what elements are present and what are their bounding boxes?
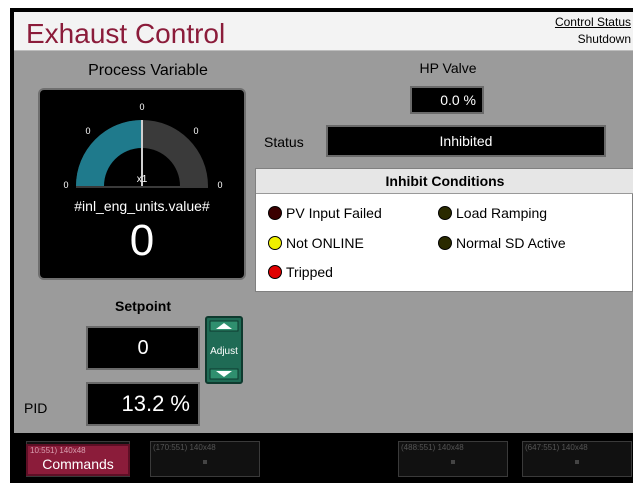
process-variable-title: Process Variable (88, 62, 208, 79)
status-value: Inhibited (326, 125, 606, 157)
adjust-label: Adjust (210, 346, 238, 357)
pid-label: PID (24, 400, 48, 416)
gauge-tick-upper-right: 0 (193, 126, 198, 136)
hp-valve-title: HP Valve (419, 60, 477, 76)
hp-valve-value: 0.0 % (410, 86, 484, 114)
commands-label: Commands (42, 456, 114, 472)
setpoint-value[interactable]: 0 (86, 326, 200, 370)
status-label: Status (264, 134, 304, 150)
engineering-units: #inl_eng_units.value# (74, 198, 210, 214)
condition-label: Normal SD Active (456, 235, 566, 251)
window-title: Exhaust Control (26, 18, 226, 49)
control-status-link[interactable]: Control Status (555, 15, 631, 29)
slot-coord-4: (647:551) 140x48 (525, 443, 588, 452)
condition-load-ramping: Load Ramping (438, 205, 547, 221)
process-variable-gauge: 0 0 0 0 0 x1 #inl_eng_units.value# 0 (38, 88, 246, 280)
slot-coord-1: 10:551) 140x48 (30, 446, 86, 455)
gauge-tick-left: 0 (63, 180, 68, 190)
status-led-icon (438, 206, 452, 220)
title-bar: Exhaust Control Control Status Shutdown (14, 12, 633, 51)
slot-4[interactable]: (647:551) 140x48 (522, 441, 632, 477)
slot-dot-icon (451, 460, 455, 464)
slot-2[interactable]: (170:551) 140x48 (150, 441, 260, 477)
status-led-icon (268, 206, 282, 220)
status-led-icon (268, 236, 282, 250)
slot-dot-icon (203, 460, 207, 464)
status-led-icon (438, 236, 452, 250)
condition-label: Load Ramping (456, 205, 548, 221)
condition-label: PV Input Failed (286, 205, 382, 221)
status-led-icon (268, 265, 282, 279)
commands-button[interactable]: 10:551) 140x48 Commands (26, 444, 130, 476)
condition-tripped: Tripped (268, 264, 333, 280)
gauge-tick-top: 0 (139, 102, 144, 112)
setpoint-title: Setpoint (115, 298, 171, 314)
condition-label: Not ONLINE (286, 235, 364, 251)
slot-coord-2: (170:551) 140x48 (153, 443, 216, 452)
inhibit-conditions-title: Inhibit Conditions (256, 169, 633, 194)
process-variable-value: 0 (129, 216, 155, 265)
gauge-tick-right: 0 (217, 180, 222, 190)
inhibit-conditions-panel: Inhibit Conditions PV Input Failed Load … (255, 168, 633, 292)
slot-coord-3: (488:551) 140x48 (401, 443, 464, 452)
gauge-tick-upper-left: 0 (85, 126, 90, 136)
pid-value: 13.2 % (86, 382, 200, 426)
control-status-value: Shutdown (577, 32, 631, 46)
condition-not-online: Not ONLINE (268, 235, 364, 251)
gauge-multiplier: x1 (137, 174, 148, 185)
adjust-button[interactable]: Adjust (205, 316, 243, 384)
condition-normal-sd-active: Normal SD Active (438, 235, 566, 251)
slot-3[interactable]: (488:551) 140x48 (398, 441, 508, 477)
slot-dot-icon (575, 460, 579, 464)
condition-pv-input-failed: PV Input Failed (268, 205, 382, 221)
condition-label: Tripped (286, 264, 333, 280)
